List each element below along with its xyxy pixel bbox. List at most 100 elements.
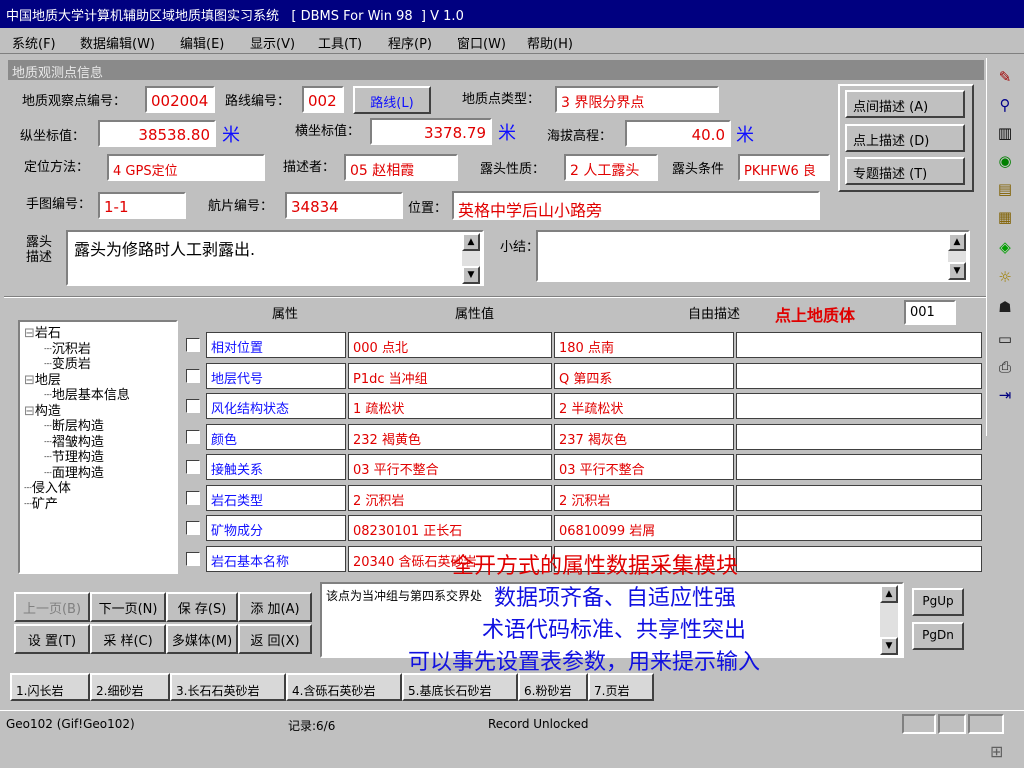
tree-item[interactable]: ┄面理构造 bbox=[44, 466, 104, 481]
free-desc-cell[interactable] bbox=[736, 332, 982, 358]
attr-cell[interactable]: 岩石基本名称 bbox=[206, 545, 346, 572]
exit-icon[interactable]: ⇥ bbox=[993, 384, 1017, 406]
settings-button[interactable]: 设 置(T) bbox=[14, 624, 90, 654]
attr-cell[interactable]: 风化结构状态 bbox=[206, 393, 346, 419]
row-checkbox[interactable] bbox=[186, 490, 200, 505]
value-cell[interactable]: 180 点南 bbox=[554, 332, 734, 358]
menu-edit[interactable]: 编辑(E) bbox=[180, 33, 224, 52]
rock-tab[interactable]: 3.长石石英砂岩 bbox=[170, 673, 286, 701]
row-checkbox[interactable] bbox=[186, 399, 200, 413]
value-cell[interactable]: 000 点北 bbox=[348, 332, 552, 358]
value-cell[interactable]: 06810099 岩屑 bbox=[554, 515, 734, 541]
attr-cell[interactable]: 接触关系 bbox=[206, 454, 346, 480]
attr-cell[interactable]: 地层代号 bbox=[206, 362, 346, 389]
outcrop-nature-field[interactable]: 2 人工露头 bbox=[564, 154, 658, 181]
point-type-field[interactable]: 3 界限分界点 bbox=[555, 86, 719, 113]
row-checkbox[interactable] bbox=[186, 429, 200, 444]
describer-field[interactable]: 05 赵相霞 bbox=[344, 154, 458, 181]
value-cell[interactable]: Q 第四系 bbox=[554, 362, 734, 389]
row-checkbox[interactable] bbox=[186, 551, 200, 566]
on-point-desc-button[interactable]: 点上描述 (D) bbox=[845, 124, 965, 152]
pgdn-button[interactable]: PgDn bbox=[912, 622, 964, 650]
map-no-field[interactable]: 1-1 bbox=[98, 192, 186, 219]
row-checkbox[interactable] bbox=[186, 368, 200, 383]
next-page-button[interactable]: 下一页(N) bbox=[90, 592, 166, 622]
attr-cell[interactable]: 相对位置 bbox=[206, 332, 346, 358]
free-desc-cell[interactable] bbox=[736, 484, 982, 511]
outcrop-desc-field[interactable]: 露头为修路时人工剥露出. bbox=[66, 230, 484, 286]
entity-no-field[interactable]: 001 bbox=[904, 300, 956, 325]
computer-icon[interactable]: ▭ bbox=[993, 328, 1017, 350]
menu-help[interactable]: 帮助(H) bbox=[527, 33, 573, 52]
attr-cell[interactable]: 岩石类型 bbox=[206, 484, 346, 511]
tree-item[interactable]: ┄断层构造 bbox=[44, 419, 104, 434]
tree-item[interactable]: ⊟构造 bbox=[24, 404, 61, 419]
row-checkbox[interactable] bbox=[186, 521, 200, 535]
folder-icon[interactable]: ▦ bbox=[993, 206, 1017, 228]
bulb-icon[interactable]: ☼ bbox=[993, 266, 1017, 288]
value-cell[interactable]: 2 沉积岩 bbox=[348, 484, 552, 511]
location-field[interactable]: 英格中学后山小路旁 bbox=[452, 191, 820, 220]
rock-tab[interactable]: 7.页岩 bbox=[588, 673, 654, 701]
folder-open-icon[interactable]: ▤ bbox=[993, 178, 1017, 200]
tree-item[interactable]: ┄地层基本信息 bbox=[44, 388, 130, 403]
multimedia-button[interactable]: 多媒体(M) bbox=[166, 624, 238, 654]
menu-system[interactable]: 系统(F) bbox=[12, 33, 56, 52]
note-scrollbar[interactable]: ▲ ▼ bbox=[880, 585, 898, 655]
route-no-field[interactable]: 002 bbox=[302, 86, 344, 113]
value-cell[interactable]: 08230101 正长石 bbox=[348, 515, 552, 541]
x-coord-field[interactable]: 3378.79 bbox=[370, 118, 492, 145]
tree-item[interactable]: ┄变质岩 bbox=[44, 357, 91, 372]
sample-button[interactable]: 采 样(C) bbox=[90, 624, 166, 654]
books-icon[interactable]: ▥ bbox=[993, 122, 1017, 144]
between-points-desc-button[interactable]: 点间描述 (A) bbox=[845, 90, 965, 118]
tree-item[interactable]: ┄褶皱构造 bbox=[44, 435, 104, 450]
globe-icon[interactable]: ◉ bbox=[993, 150, 1017, 172]
rock-tab[interactable]: 4.含砾石英砂岩 bbox=[286, 673, 402, 701]
scroll-up-icon[interactable]: ▲ bbox=[948, 233, 966, 251]
value-cell[interactable]: P1dc 当冲组 bbox=[348, 362, 552, 389]
scroll-up-icon[interactable]: ▲ bbox=[462, 233, 480, 251]
special-desc-button[interactable]: 专题描述 (T) bbox=[845, 157, 965, 185]
free-desc-cell[interactable] bbox=[736, 393, 982, 419]
tree-expander-icon[interactable]: ⊟ bbox=[24, 326, 35, 341]
outcrop-cond-field[interactable]: PKHFW6 良 bbox=[738, 154, 830, 181]
rock-tab[interactable]: 2.细砂岩 bbox=[90, 673, 170, 701]
outcrop-desc-scrollbar[interactable]: ▲ ▼ bbox=[462, 233, 480, 284]
menu-view[interactable]: 显示(V) bbox=[250, 33, 295, 52]
save-button[interactable]: 保 存(S) bbox=[166, 592, 238, 622]
printer-icon[interactable]: ⎙ bbox=[993, 356, 1017, 378]
attr-cell[interactable]: 矿物成分 bbox=[206, 515, 346, 541]
menu-program[interactable]: 程序(P) bbox=[388, 33, 432, 52]
tree-expander-icon[interactable]: ⊟ bbox=[24, 373, 35, 388]
y-coord-field[interactable]: 38538.80 bbox=[98, 120, 216, 147]
method-field[interactable]: 4 GPS定位 bbox=[107, 154, 265, 181]
rock-tab[interactable]: 1.闪长岩 bbox=[10, 673, 90, 701]
free-desc-cell[interactable] bbox=[736, 454, 982, 480]
add-button[interactable]: 添 加(A) bbox=[238, 592, 312, 622]
free-desc-cell[interactable] bbox=[736, 545, 982, 572]
scroll-down-icon[interactable]: ▼ bbox=[948, 262, 966, 280]
row-checkbox[interactable] bbox=[186, 338, 200, 352]
resize-grip-icon[interactable]: ⊞ bbox=[990, 742, 1012, 762]
tree-item[interactable]: ⊟岩石 bbox=[24, 326, 61, 341]
tree-item[interactable]: ┄沉积岩 bbox=[44, 342, 91, 357]
person-icon[interactable]: ☗ bbox=[993, 296, 1017, 318]
tree-item[interactable]: ┄侵入体 bbox=[24, 481, 71, 496]
point-no-field[interactable]: 002004 bbox=[145, 86, 215, 113]
prev-page-button[interactable]: 上一页(B) bbox=[14, 592, 90, 622]
menu-window[interactable]: 窗口(W) bbox=[457, 33, 506, 52]
scroll-up-icon[interactable]: ▲ bbox=[880, 585, 898, 603]
route-button[interactable]: 路线(L) bbox=[353, 86, 431, 114]
scroll-down-icon[interactable]: ▼ bbox=[880, 637, 898, 655]
free-desc-cell[interactable] bbox=[736, 515, 982, 541]
attr-cell[interactable]: 颜色 bbox=[206, 423, 346, 450]
value-cell[interactable]: 03 平行不整合 bbox=[348, 454, 552, 480]
value-cell[interactable]: 237 褐灰色 bbox=[554, 423, 734, 450]
binoculars-icon[interactable]: ⚲ bbox=[993, 94, 1017, 116]
value-cell[interactable]: 2 沉积岩 bbox=[554, 484, 734, 511]
tree-item[interactable]: ┄矿产 bbox=[24, 497, 58, 512]
row-checkbox[interactable] bbox=[186, 460, 200, 474]
edit-icon[interactable]: ✎ bbox=[993, 66, 1017, 88]
menu-tools[interactable]: 工具(T) bbox=[318, 33, 362, 52]
